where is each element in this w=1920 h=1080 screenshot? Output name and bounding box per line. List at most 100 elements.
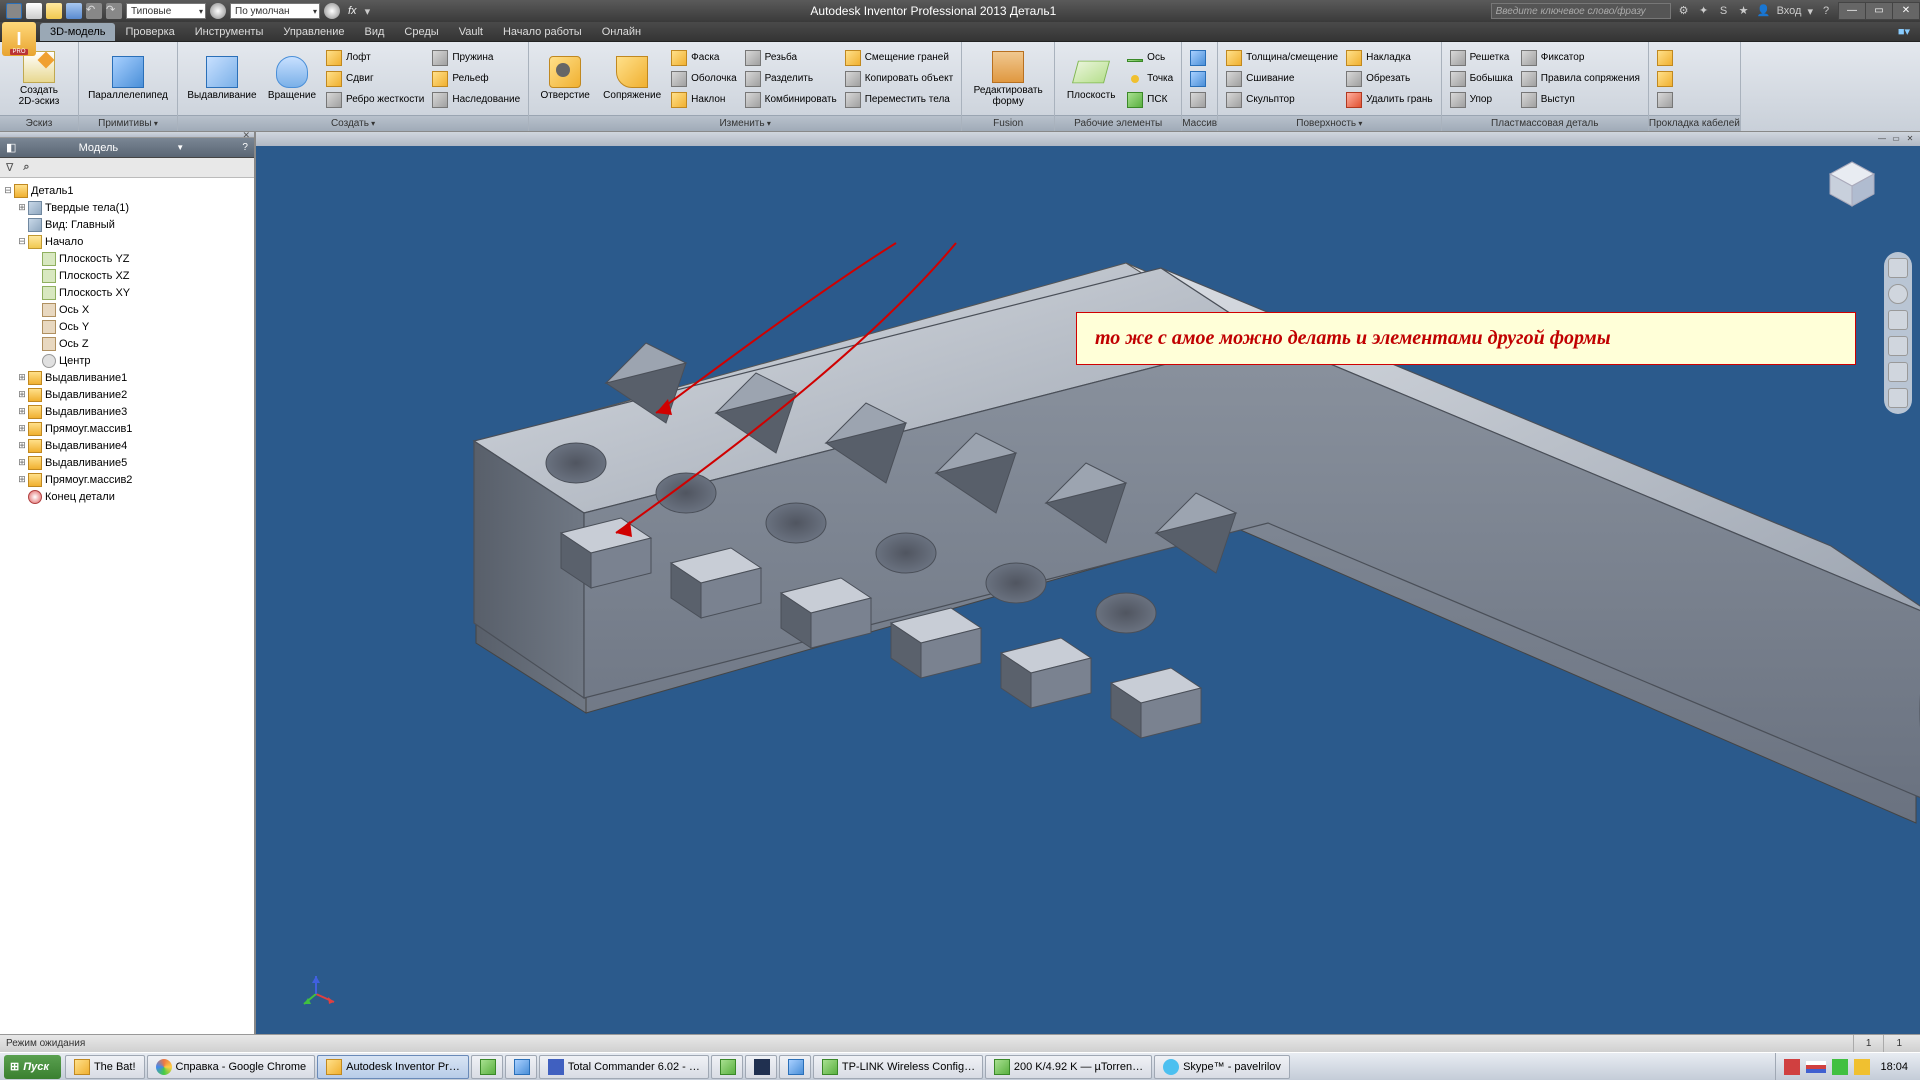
app-menu-icon[interactable] <box>6 3 22 19</box>
maximize-button[interactable]: ▭ <box>1865 2 1893 20</box>
viewport[interactable]: — ▭ ✕ <box>256 132 1920 1034</box>
app-logo[interactable]: PRO <box>2 22 36 56</box>
taskbar-item[interactable]: Total Commander 6.02 - … <box>539 1055 709 1079</box>
box-button[interactable]: Параллелепипед <box>85 45 171 113</box>
tray-icon[interactable] <box>1832 1059 1848 1075</box>
redo-icon[interactable]: ↷ <box>106 3 122 19</box>
fillet-button[interactable]: Сопряжение <box>599 45 665 113</box>
undo-icon[interactable]: ↶ <box>86 3 102 19</box>
nav-zoom-icon[interactable] <box>1888 336 1908 356</box>
grill-button[interactable]: Решетка <box>1448 47 1515 68</box>
taskbar-item-active[interactable]: Autodesk Inventor Pr… <box>317 1055 469 1079</box>
search-box[interactable]: Введите ключевое слово/фразу <box>1491 3 1671 19</box>
thread-button[interactable]: Резьба <box>743 47 839 68</box>
rib-button[interactable]: Ребро жесткости <box>324 89 426 110</box>
subscription-icon[interactable]: ✦ <box>1697 4 1711 18</box>
shell-button[interactable]: Оболочка <box>669 68 739 89</box>
browser-header[interactable]: Модель▼ ? <box>0 138 254 158</box>
tree-plane-xy[interactable]: Плоскость XY <box>2 284 252 301</box>
delete-face-button[interactable]: Удалить грань <box>1344 89 1434 110</box>
sweep-button[interactable]: Сдвиг <box>324 68 426 89</box>
tab-inspect[interactable]: Проверка <box>115 23 184 41</box>
combine-button[interactable]: Комбинировать <box>743 89 839 110</box>
tab-getstarted[interactable]: Начало работы <box>493 23 592 41</box>
new-icon[interactable] <box>26 3 42 19</box>
ribbon-help-icon[interactable]: ■▾ <box>1888 22 1920 41</box>
hole-button[interactable]: Отверстие <box>535 45 595 113</box>
nav-pan-icon[interactable] <box>1888 310 1908 330</box>
lip-button[interactable]: Выступ <box>1519 89 1642 110</box>
taskbar-item[interactable] <box>745 1055 777 1079</box>
mirror-button[interactable] <box>1188 89 1208 110</box>
tab-view[interactable]: Вид <box>355 23 395 41</box>
qat-dropdown-icon[interactable]: ▾ <box>365 5 371 18</box>
tree-axis-x[interactable]: Ось X <box>2 301 252 318</box>
patch-button[interactable]: Накладка <box>1344 47 1434 68</box>
tab-vault[interactable]: Vault <box>449 23 493 41</box>
viewcube[interactable] <box>1824 156 1880 212</box>
nav-lookat-icon[interactable] <box>1888 388 1908 408</box>
tree-end-of-part[interactable]: Конец детали <box>2 488 252 505</box>
tree-plane-xz[interactable]: Плоскость XZ <box>2 267 252 284</box>
close-button[interactable]: ✕ <box>1892 2 1920 20</box>
circular-pattern-button[interactable] <box>1188 68 1208 89</box>
taskbar-item[interactable] <box>779 1055 811 1079</box>
open-icon[interactable] <box>46 3 62 19</box>
exchange-icon[interactable]: S <box>1717 4 1731 18</box>
tree-center[interactable]: Центр <box>2 352 252 369</box>
nav-orbit-icon[interactable] <box>1888 362 1908 382</box>
infocenter-icon[interactable]: ⚙ <box>1677 4 1691 18</box>
loft-button[interactable]: Лофт <box>324 47 426 68</box>
tree-feature[interactable]: ⊞Выдавливание5 <box>2 454 252 471</box>
signin-label[interactable]: Вход <box>1777 5 1802 17</box>
material-icon[interactable] <box>210 3 226 19</box>
copy-object-button[interactable]: Копировать объект <box>843 68 955 89</box>
tree-feature[interactable]: ⊞Прямоуг.массив1 <box>2 420 252 437</box>
thicken-button[interactable]: Толщина/смещение <box>1224 47 1340 68</box>
trim-button[interactable]: Обрезать <box>1344 68 1434 89</box>
tree-root[interactable]: ⊟Деталь1 <box>2 182 252 199</box>
extrude-button[interactable]: Выдавливание <box>184 45 260 113</box>
axis-button[interactable]: Ось <box>1125 47 1175 68</box>
help-icon[interactable]: ? <box>1819 4 1833 18</box>
plane-button[interactable]: Плоскость <box>1061 45 1121 113</box>
minimize-button[interactable]: — <box>1838 2 1866 20</box>
favorites-icon[interactable]: ★ <box>1737 4 1751 18</box>
fx-button[interactable]: fx <box>344 5 361 17</box>
tree-feature[interactable]: ⊞Выдавливание1 <box>2 369 252 386</box>
browser-options-icon[interactable]: ? <box>242 142 248 153</box>
filter-icon[interactable]: ∇ <box>6 161 13 174</box>
taskbar-item[interactable]: 200 K/4.92 K — µTorren… <box>985 1055 1152 1079</box>
nav-home-icon[interactable] <box>1888 258 1908 278</box>
signin-icon[interactable]: 👤 <box>1757 4 1771 18</box>
tree-view[interactable]: Вид: Главный <box>2 216 252 233</box>
chamfer-button[interactable]: Фаска <box>669 47 739 68</box>
harness-button-1[interactable] <box>1655 47 1675 68</box>
tree-axis-z[interactable]: Ось Z <box>2 335 252 352</box>
signin-dropdown-icon[interactable]: ▾ <box>1807 5 1813 18</box>
style-combo[interactable]: Типовые <box>126 3 206 19</box>
nav-wheel-icon[interactable] <box>1888 284 1908 304</box>
harness-button-2[interactable] <box>1655 68 1675 89</box>
move-bodies-button[interactable]: Переместить тела <box>843 89 955 110</box>
tab-environments[interactable]: Среды <box>394 23 448 41</box>
tab-tools[interactable]: Инструменты <box>185 23 274 41</box>
derive-button[interactable]: Наследование <box>430 89 522 110</box>
tray-lang-icon[interactable] <box>1806 1061 1826 1073</box>
color-icon[interactable] <box>324 3 340 19</box>
sculpt-button[interactable]: Скульптор <box>1224 89 1340 110</box>
tray-volume-icon[interactable] <box>1854 1059 1870 1075</box>
tree-feature[interactable]: ⊞Выдавливание3 <box>2 403 252 420</box>
taskbar-item[interactable]: Skype™ - pavelrilov <box>1154 1055 1290 1079</box>
split-button[interactable]: Разделить <box>743 68 839 89</box>
tree-solid-bodies[interactable]: ⊞Твердые тела(1) <box>2 199 252 216</box>
tray-clock[interactable]: 18:04 <box>1876 1061 1912 1073</box>
panel-title-modify[interactable]: Изменить <box>529 115 961 131</box>
snap-fit-button[interactable]: Фиксатор <box>1519 47 1642 68</box>
emboss-button[interactable]: Рельеф <box>430 68 522 89</box>
revolve-button[interactable]: Вращение <box>264 45 320 113</box>
save-icon[interactable] <box>66 3 82 19</box>
start-button[interactable]: Пуск <box>4 1055 61 1079</box>
stitch-button[interactable]: Сшивание <box>1224 68 1340 89</box>
coil-button[interactable]: Пружина <box>430 47 522 68</box>
